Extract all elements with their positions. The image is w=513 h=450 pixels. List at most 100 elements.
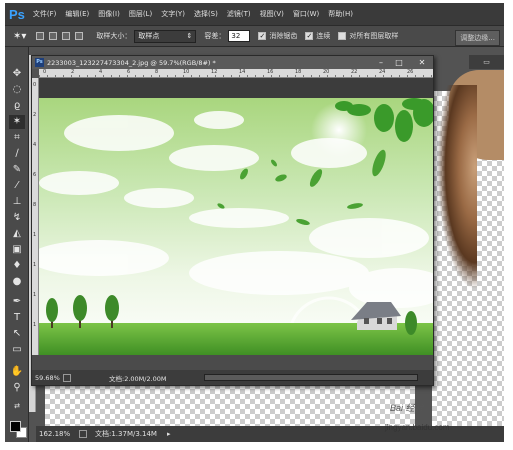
doc-info: 文档:1.37M/3.14M — [95, 430, 157, 438]
ruler-tick-label: 26 — [407, 69, 414, 75]
refine-edge-button[interactable]: 调整边缘... — [455, 30, 500, 46]
sample-size-select[interactable]: 取样点 ⇕ — [134, 29, 197, 43]
tolerance-label: 容差： — [204, 32, 226, 40]
crop-icon[interactable]: ⌗ — [9, 131, 25, 145]
ruler-tick-label: 4 — [33, 142, 37, 148]
foreground-color-swatch[interactable] — [10, 421, 21, 432]
ruler-tick-label: 8 — [155, 69, 159, 75]
hand-icon[interactable]: ✋ — [9, 365, 25, 379]
zoom-level[interactable]: 162.18% — [39, 430, 79, 438]
new-selection-icon[interactable] — [36, 32, 45, 40]
magic-wand-tool-preset-icon[interactable]: ✶▾ — [13, 31, 26, 42]
healing-icon[interactable]: ✎ — [9, 163, 25, 177]
menu-image[interactable]: 图像(I) — [98, 9, 120, 19]
tolerance-input[interactable]: 32 — [228, 30, 251, 42]
minimize-icon[interactable]: – — [375, 57, 387, 68]
type-icon[interactable]: T — [9, 311, 25, 325]
checkbox-checked-icon: ✓ — [305, 32, 314, 40]
contiguous-checkbox[interactable]: ✓ 连续 — [305, 31, 330, 41]
tools-panel: ✥ ◌ ϱ ✶ ⌗ ∕ ✎ ⁄ ⊥ ↯ ◭ ▣ ♦ ● ✒ T ↖ ▭ ✋ ⚲ … — [5, 47, 29, 442]
photoshop-window: Ps 文件(F) 编辑(E) 图像(I) 图层(L) 文字(Y) 选择(S) 滤… — [5, 3, 504, 442]
zoom-level[interactable]: 59.68% — [35, 374, 63, 382]
all-layers-label: 对所有图层取样 — [349, 32, 399, 40]
dodge-icon[interactable]: ● — [9, 275, 25, 289]
zoom-icon[interactable]: ⚲ — [9, 381, 25, 395]
menu-layer[interactable]: 图层(L) — [129, 9, 152, 19]
status-icon — [63, 373, 71, 382]
sample-size-label: 取样大小： — [96, 32, 132, 40]
ruler-tick-label: 4 — [99, 69, 103, 75]
options-bar: ✶▾ 取样大小： 取样点 ⇕ 容差： 32 ✓ 消除锯齿 ✓ 连续 对所有图层取… — [5, 25, 504, 47]
ruler-tick-label: 24 — [379, 69, 386, 75]
transparent-area — [45, 379, 415, 426]
menu-type[interactable]: 文字(Y) — [161, 9, 185, 19]
maximize-icon[interactable]: □ — [393, 57, 405, 68]
antialias-label: 消除锯齿 — [269, 32, 298, 40]
ruler-tick-label: 10 — [183, 69, 190, 75]
ps-logo: Ps — [9, 6, 25, 22]
menu-help[interactable]: 帮助(H) — [328, 9, 353, 19]
doc-info: 文档:2.00M/2.00M — [109, 374, 167, 383]
document-window[interactable]: Ps 2233003_123227473304_2.jpg @ 59.7%(RG… — [31, 55, 434, 386]
history-brush-icon[interactable]: ↯ — [9, 211, 25, 225]
ruler-tick-label: 1 — [33, 232, 37, 238]
subtract-selection-icon[interactable] — [62, 32, 71, 40]
marquee-icon[interactable]: ◌ — [9, 83, 25, 97]
antialias-checkbox[interactable]: ✓ 消除锯齿 — [258, 31, 297, 41]
menu-view[interactable]: 视图(V) — [260, 9, 284, 19]
horizontal-ruler: 0 2 4 6 8 10 12 14 16 18 20 22 24 26 — [39, 69, 433, 78]
ruler-tick-label: 1 — [33, 262, 37, 268]
horizontal-scrollbar[interactable] — [204, 374, 418, 381]
move-icon[interactable]: ✥ — [9, 67, 25, 81]
intersect-selection-icon[interactable] — [75, 32, 84, 40]
background-doc-controls: ▭ — [469, 55, 504, 69]
all-layers-checkbox[interactable]: 对所有图层取样 — [338, 31, 398, 41]
close-icon[interactable]: ✕ — [416, 57, 428, 68]
document-title: 2233003_123227473304_2.jpg @ 59.7%(RGB/8… — [47, 58, 216, 67]
stamp-icon[interactable]: ⊥ — [9, 195, 25, 209]
ruler-tick-label: 0 — [33, 82, 37, 88]
menu-window[interactable]: 窗口(W) — [293, 9, 319, 19]
ruler-tick-label: 2 — [71, 69, 75, 75]
add-selection-icon[interactable] — [49, 32, 58, 40]
menu-filter[interactable]: 滤镜(T) — [227, 9, 251, 19]
ruler-tick-label: 20 — [323, 69, 330, 75]
eraser-icon[interactable]: ◭ — [9, 227, 25, 241]
watermark-logo: Bai 经验 — [390, 403, 424, 413]
ruler-tick-label: 16 — [267, 69, 274, 75]
swap-colors-icon[interactable]: ⇄ — [9, 399, 25, 413]
ruler-tick-label: 22 — [351, 69, 358, 75]
ruler-tick-label: 6 — [127, 69, 131, 75]
ruler-tick-label: 18 — [295, 69, 302, 75]
gradient-icon[interactable]: ▣ — [9, 243, 25, 257]
vertical-ruler: 0 2 4 6 8 1 1 1 1 — [32, 78, 39, 355]
ruler-tick-label: 8 — [33, 202, 37, 208]
document-scrollbar-area — [32, 355, 433, 370]
screenshot-frame: Ps 文件(F) 编辑(E) 图像(I) 图层(L) 文字(Y) 选择(S) 滤… — [0, 0, 513, 450]
shape-icon[interactable]: ▭ — [9, 343, 25, 357]
document-status-bar: 59.68% 文档:2.00M/2.00M ▸ ◂ — [32, 370, 433, 385]
canvas-area[interactable] — [39, 78, 433, 355]
contiguous-label: 连续 — [316, 32, 331, 40]
menu-file[interactable]: 文件(F) — [33, 9, 57, 19]
checkbox-unchecked-icon — [338, 32, 347, 40]
document-title-bar[interactable]: Ps 2233003_123227473304_2.jpg @ 59.7%(RG… — [32, 56, 433, 69]
blur-icon[interactable]: ♦ — [9, 259, 25, 273]
ps-doc-icon: Ps — [35, 58, 44, 67]
pen-icon[interactable]: ✒ — [9, 295, 25, 309]
ruler-tick-label: 2 — [33, 112, 37, 118]
minimize-icon[interactable]: ▭ — [483, 58, 490, 66]
ruler-tick-label: 1 — [33, 292, 37, 298]
path-select-icon[interactable]: ↖ — [9, 327, 25, 341]
eyedropper-icon[interactable]: ∕ — [9, 147, 25, 161]
menu-select[interactable]: 选择(S) — [194, 9, 218, 19]
lasso-icon[interactable]: ϱ — [9, 99, 25, 113]
brush-icon[interactable]: ⁄ — [9, 179, 25, 193]
magic-wand-icon[interactable]: ✶ — [9, 115, 25, 129]
play-icon[interactable]: ▸ — [167, 430, 171, 438]
watermark-url: jingyan.baidu.com — [385, 423, 450, 432]
canvas-image[interactable] — [39, 98, 433, 355]
menu-bar: Ps 文件(F) 编辑(E) 图像(I) 图层(L) 文字(Y) 选择(S) 滤… — [5, 3, 504, 25]
ruler-tick-label: 14 — [239, 69, 246, 75]
menu-edit[interactable]: 编辑(E) — [65, 9, 89, 19]
